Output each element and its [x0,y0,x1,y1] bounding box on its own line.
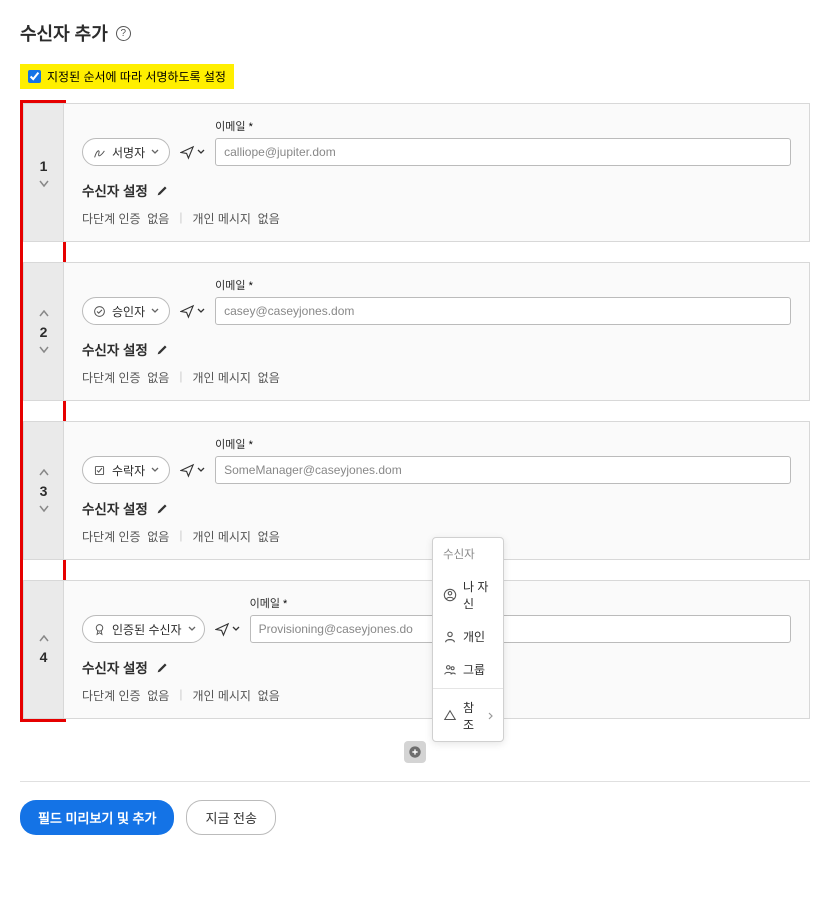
move-up-icon[interactable] [39,469,49,477]
approver-icon [93,305,106,318]
recipient-settings-title: 수신자 설정 [82,180,148,200]
recipient-settings-meta: 다단계 인증 없음 | 개인 메시지 없음 [82,210,791,227]
chevron-down-icon [232,626,240,632]
order-cell: 4 [24,581,64,718]
email-input[interactable] [215,138,791,166]
chevron-down-icon [151,467,159,473]
order-cell: 1 [24,104,64,241]
sign-in-order-checkbox[interactable] [28,70,41,83]
paper-plane-icon [180,463,195,478]
role-label: 서명자 [112,144,145,161]
recipient-row: 4 인증된 수신자 [23,580,810,719]
paper-plane-icon [215,622,230,637]
order-number: 1 [40,158,48,174]
delivery-method-button[interactable] [180,456,205,484]
move-up-icon[interactable] [39,310,49,318]
myself-icon [443,588,457,602]
role-select[interactable]: 수락자 [82,456,170,484]
add-recipient-button[interactable] [404,741,426,763]
order-cell: 2 [24,263,64,400]
popup-item-group[interactable]: 그룹 [433,653,503,686]
popup-label: 참조 [463,699,482,733]
popup-label: 그룹 [463,661,485,678]
send-now-button[interactable]: 지금 전송 [186,800,275,835]
popup-label: 개인 [463,628,485,645]
order-cell: 3 [24,422,64,559]
chevron-down-icon [151,149,159,155]
sign-in-order-row: 지정된 순서에 따라 서명하도록 설정 [20,64,234,89]
order-number: 3 [40,483,48,499]
sign-in-order-label: 지정된 순서에 따라 서명하도록 설정 [47,68,226,85]
move-down-icon[interactable] [39,346,49,354]
recipient-row: 1 서명자 [23,103,810,242]
role-label: 수락자 [112,462,145,479]
email-label: 이메일 * [215,277,791,293]
preview-fields-button[interactable]: 필드 미리보기 및 추가 [20,800,174,835]
certified-recipient-icon [93,623,106,636]
email-label: 이메일 * [250,595,791,611]
popup-item-cc[interactable]: 참조 [433,691,503,741]
email-input[interactable] [250,615,791,643]
recipients-column-highlight: 1 서명자 [20,103,810,719]
group-icon [443,663,457,677]
recipient-settings-title: 수신자 설정 [82,657,148,677]
person-icon [443,630,457,644]
recipient-settings-title: 수신자 설정 [82,498,148,518]
edit-icon[interactable] [156,502,169,515]
chevron-down-icon [151,308,159,314]
popup-header: 수신자 [433,538,503,570]
delivery-method-button[interactable] [215,615,240,643]
role-select[interactable]: 서명자 [82,138,170,166]
recipient-settings-meta: 다단계 인증 없음 | 개인 메시지 없음 [82,369,791,386]
chevron-down-icon [197,149,205,155]
edit-icon[interactable] [156,343,169,356]
add-recipient-popup: 수신자 나 자신 개인 그룹 [432,537,504,742]
edit-icon[interactable] [156,661,169,674]
help-icon[interactable]: ? [116,26,131,41]
role-select[interactable]: 승인자 [82,297,170,325]
chevron-right-icon [488,712,493,720]
acceptor-icon [93,464,106,477]
email-input[interactable] [215,456,791,484]
recipient-settings-title: 수신자 설정 [82,339,148,359]
popup-item-individual[interactable]: 개인 [433,620,503,653]
move-up-icon[interactable] [39,635,49,643]
order-number: 4 [40,649,48,665]
delivery-method-button[interactable] [180,138,205,166]
role-label: 인증된 수신자 [112,621,182,638]
cc-icon [443,709,457,723]
move-down-icon[interactable] [39,505,49,513]
chevron-down-icon [197,467,205,473]
delivery-method-button[interactable] [180,297,205,325]
chevron-down-icon [197,308,205,314]
signer-icon [93,146,106,159]
popup-label: 나 자신 [463,578,493,612]
paper-plane-icon [180,145,195,160]
email-input[interactable] [215,297,791,325]
plus-icon [408,745,422,759]
order-number: 2 [40,324,48,340]
recipient-row: 2 승인자 [23,262,810,401]
role-select[interactable]: 인증된 수신자 [82,615,205,643]
role-label: 승인자 [112,303,145,320]
paper-plane-icon [180,304,195,319]
move-down-icon[interactable] [39,180,49,188]
popup-item-myself[interactable]: 나 자신 [433,570,503,620]
recipient-row: 3 수락자 [23,421,810,560]
email-label: 이메일 * [215,436,791,452]
email-label: 이메일 * [215,118,791,134]
edit-icon[interactable] [156,184,169,197]
chevron-down-icon [188,626,196,632]
page-title: 수신자 추가 [20,20,108,46]
